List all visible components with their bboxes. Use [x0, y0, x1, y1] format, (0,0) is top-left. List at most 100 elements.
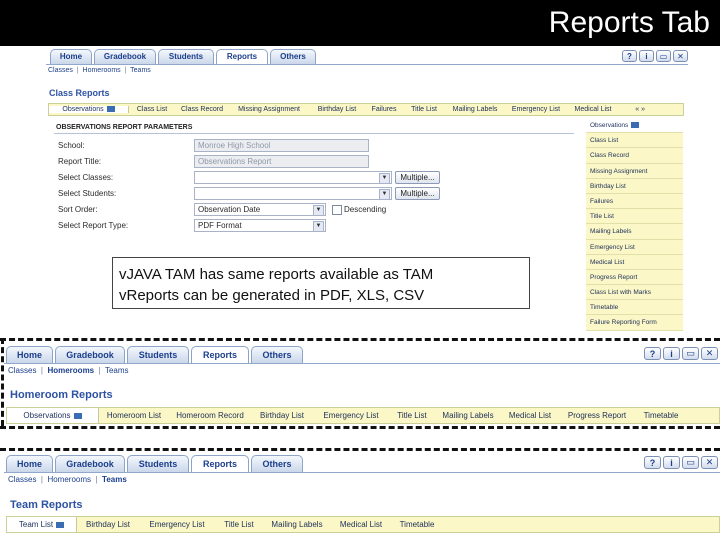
close-icon[interactable]: ✕: [701, 456, 718, 469]
report-tab-birthday-list[interactable]: Birthday List: [309, 106, 365, 113]
help-icon[interactable]: ?: [622, 50, 637, 62]
close-icon[interactable]: ✕: [673, 50, 688, 62]
side-item-timetable[interactable]: Timetable: [586, 300, 683, 316]
report-tab-progress-report[interactable]: Progress Report: [559, 411, 635, 420]
tab-home[interactable]: Home: [6, 455, 53, 472]
descending-label: Descending: [344, 205, 387, 214]
scroll-arrows-icon[interactable]: « »: [619, 106, 649, 113]
tab-reports[interactable]: Reports: [216, 49, 268, 64]
report-tab-medical-list[interactable]: Medical List: [331, 520, 391, 529]
tab-others[interactable]: Others: [270, 49, 316, 64]
report-tab-title-list[interactable]: Title List: [403, 106, 445, 113]
tab-gradebook[interactable]: Gradebook: [55, 455, 125, 472]
main-nav-tabs: Home Gradebook Students Reports Others: [6, 346, 305, 363]
report-tab-emergency-list[interactable]: Emergency List: [313, 411, 389, 420]
report-tab-timetable[interactable]: Timetable: [391, 520, 443, 529]
report-title-field[interactable]: Observations Report: [194, 155, 369, 168]
dashed-separator: [0, 338, 720, 341]
side-item-mailing-labels[interactable]: Mailing Labels: [586, 224, 683, 240]
report-tab-homeroom-list[interactable]: Homeroom List: [99, 411, 169, 420]
report-tab-medical-list[interactable]: Medical List: [501, 411, 559, 420]
side-item-emergency-list[interactable]: Emergency List: [586, 239, 683, 255]
tab-reports[interactable]: Reports: [191, 455, 249, 472]
tab-gradebook[interactable]: Gradebook: [94, 49, 156, 64]
window-icon[interactable]: ▭: [656, 50, 671, 62]
report-tab-title-list[interactable]: Title List: [215, 520, 263, 529]
window-icon[interactable]: ▭: [682, 456, 699, 469]
report-tab-medical-list[interactable]: Medical List: [567, 106, 619, 113]
subnav-teams[interactable]: Teams: [105, 366, 129, 375]
report-tabs-row: Observations Class List Class Record Mis…: [48, 103, 684, 116]
tab-home[interactable]: Home: [50, 49, 92, 64]
subnav-homerooms[interactable]: Homerooms: [47, 366, 94, 375]
report-tab-observations[interactable]: Observations: [49, 106, 129, 113]
tab-students[interactable]: Students: [127, 346, 189, 363]
side-item-medical-list[interactable]: Medical List: [586, 254, 683, 270]
side-item-birthday-list[interactable]: Birthday List: [586, 178, 683, 194]
param-label-select-students: Select Students:: [58, 189, 117, 198]
side-item-progress-report[interactable]: Progress Report: [586, 269, 683, 286]
report-type-dropdown[interactable]: PDF Format ▼: [194, 219, 326, 232]
report-tab-failures[interactable]: Failures: [365, 106, 403, 113]
select-students-dropdown[interactable]: ▼: [194, 187, 392, 200]
side-item-missing-assignment[interactable]: Missing Assignment: [586, 163, 683, 179]
side-item-class-list-with-marks[interactable]: Class List with Marks: [586, 285, 683, 301]
tab-students[interactable]: Students: [127, 455, 189, 472]
multiple-students-button[interactable]: Multiple...: [395, 187, 440, 200]
bullet-icon: v: [119, 287, 127, 304]
sort-order-dropdown[interactable]: Observation Date ▼: [194, 203, 326, 216]
report-tab-birthday-list[interactable]: Birthday List: [77, 520, 139, 529]
report-tab-emergency-list[interactable]: Emergency List: [139, 520, 215, 529]
close-icon[interactable]: ✕: [701, 347, 718, 360]
report-tab-timetable[interactable]: Timetable: [635, 411, 687, 420]
window-icons: ? i ▭ ✕: [642, 456, 718, 469]
info-icon[interactable]: i: [639, 50, 654, 62]
report-side-list: Observations Class List Class Record Mis…: [586, 118, 683, 331]
subnav-classes[interactable]: Classes: [48, 67, 73, 74]
side-item-class-list[interactable]: Class List: [586, 133, 683, 149]
subnav-classes[interactable]: Classes: [8, 475, 36, 484]
tab-others[interactable]: Others: [251, 346, 303, 363]
subnav-homerooms[interactable]: Homerooms: [83, 67, 121, 74]
subnav-classes[interactable]: Classes: [8, 366, 36, 375]
tab-gradebook[interactable]: Gradebook: [55, 346, 125, 363]
report-tab-title-list[interactable]: Title List: [389, 411, 435, 420]
report-tab-homeroom-record[interactable]: Homeroom Record: [169, 411, 251, 420]
tab-underline: [46, 64, 688, 65]
report-tab-mailing-labels[interactable]: Mailing Labels: [435, 411, 501, 420]
side-item-title-list[interactable]: Title List: [586, 209, 683, 225]
report-tab-emergency-list[interactable]: Emergency List: [505, 106, 567, 113]
report-tab-class-record[interactable]: Class Record: [175, 106, 229, 113]
report-tab-mailing-labels[interactable]: Mailing Labels: [445, 106, 505, 113]
tab-students[interactable]: Students: [158, 49, 214, 64]
info-icon[interactable]: i: [663, 456, 680, 469]
tab-reports[interactable]: Reports: [191, 346, 249, 363]
tab-home[interactable]: Home: [6, 346, 53, 363]
side-item-class-record[interactable]: Class Record: [586, 148, 683, 164]
report-tab-observations[interactable]: Observations: [7, 408, 99, 423]
side-item-failures[interactable]: Failures: [586, 193, 683, 210]
report-tab-mailing-labels[interactable]: Mailing Labels: [263, 520, 331, 529]
subnav-teams[interactable]: Teams: [102, 475, 127, 484]
window-icon[interactable]: ▭: [682, 347, 699, 360]
subnav-homerooms[interactable]: Homerooms: [47, 475, 91, 484]
callout-line: vReports can be generated in PDF, XLS, C…: [119, 287, 425, 304]
tab-underline: [4, 363, 720, 364]
report-tab-team-list[interactable]: Team List: [7, 517, 77, 532]
side-item-failure-reporting-form[interactable]: Failure Reporting Form: [586, 315, 683, 331]
report-tab-class-list[interactable]: Class List: [129, 106, 175, 113]
multiple-classes-button[interactable]: Multiple...: [395, 171, 440, 184]
report-tab-missing-assignment[interactable]: Missing Assignment: [229, 106, 309, 113]
select-classes-dropdown[interactable]: ▼: [194, 171, 392, 184]
help-icon[interactable]: ?: [644, 347, 661, 360]
chevron-down-icon: ▼: [379, 189, 390, 199]
param-label-sort-order: Sort Order:: [58, 205, 98, 214]
side-item-observations[interactable]: Observations: [586, 118, 683, 134]
info-icon[interactable]: i: [663, 347, 680, 360]
report-tab-birthday-list[interactable]: Birthday List: [251, 411, 313, 420]
report-subnav: Classes | Homerooms | Teams: [48, 67, 151, 74]
subnav-teams[interactable]: Teams: [130, 67, 151, 74]
tab-others[interactable]: Others: [251, 455, 303, 472]
help-icon[interactable]: ?: [644, 456, 661, 469]
descending-checkbox[interactable]: [332, 205, 342, 215]
